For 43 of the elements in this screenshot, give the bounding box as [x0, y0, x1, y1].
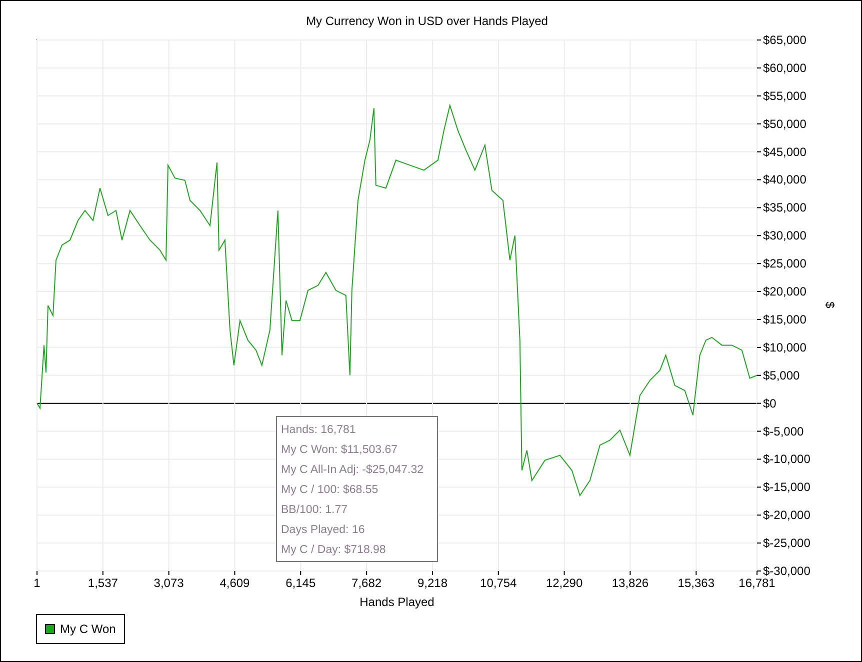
x-tick-label: 6,145: [286, 576, 316, 590]
y-axis-title: $: [823, 302, 837, 308]
tooltip-line: Hands: 16,781: [281, 423, 357, 438]
y-tick-label: $35,000: [763, 200, 806, 215]
y-tick-label: $-20,000: [763, 508, 810, 522]
legend-label: My C Won: [60, 622, 116, 636]
x-tick-label: 12,290: [546, 576, 583, 590]
y-tick-label: $25,000: [763, 256, 806, 271]
y-tick-label: $45,000: [763, 144, 806, 159]
x-tick-label: 1,537: [88, 576, 118, 590]
y-tick-label: $55,000: [763, 88, 806, 103]
y-tick-label: $60,000: [763, 60, 806, 75]
x-tick-label: 13,826: [612, 576, 649, 590]
tooltip-line: My C Won: $11,503.67: [281, 443, 399, 458]
x-tick-label: 16,781: [738, 576, 776, 590]
y-tick-label: $-30,000: [763, 564, 810, 578]
tooltip-line: My C / Day: $718.98: [281, 543, 387, 558]
y-tick-label: $50,000: [763, 116, 806, 131]
y-tick-label: $-25,000: [763, 536, 810, 550]
x-tick-label: 7,682: [352, 576, 382, 590]
x-tick-label: 9,218: [417, 576, 448, 590]
y-tick-label: $-10,000: [763, 452, 810, 466]
y-tick-label: $0: [763, 396, 776, 410]
y-tick-label: $30,000: [763, 228, 806, 243]
tooltip-line: Days Played: 16: [281, 523, 366, 538]
tooltip-line: My C / 100: $68.55: [281, 483, 380, 498]
tooltip-line: My C All-In Adj: -$25,047.32: [281, 463, 425, 478]
y-tick-label: $10,000: [763, 340, 806, 354]
x-tick-label: 15,363: [678, 576, 714, 590]
x-tick-label: 10,754: [480, 576, 517, 590]
tooltip-line: BB/100: 1.77: [281, 503, 348, 518]
chart-title: My Currency Won in USD over Hands Played: [306, 14, 548, 28]
y-tick-label: $15,000: [763, 312, 806, 326]
y-tick-label: $-5,000: [763, 424, 804, 438]
x-tick-label: 1: [34, 576, 40, 590]
y-tick-label: $40,000: [763, 172, 806, 187]
x-tick-label: 4,609: [220, 576, 250, 590]
x-axis-title: Hands Played: [360, 595, 434, 609]
y-tick-label: $5,000: [763, 368, 800, 382]
y-tick-label: $65,000: [763, 33, 806, 47]
y-tick-label: $20,000: [763, 284, 806, 299]
y-tick-label: $-15,000: [763, 480, 810, 494]
x-tick-label: 3,073: [154, 576, 184, 590]
